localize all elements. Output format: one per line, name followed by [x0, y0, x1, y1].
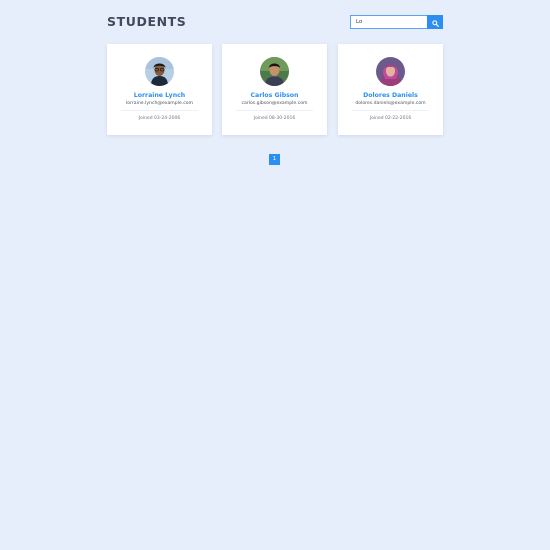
- page-title: STUDENTS: [107, 14, 187, 29]
- student-name[interactable]: Lorraine Lynch: [107, 92, 212, 100]
- student-email: lorraine.lynch@example.com: [125, 101, 194, 106]
- card-divider: [236, 110, 313, 111]
- card-divider: [121, 110, 198, 111]
- avatar[interactable]: [260, 57, 289, 86]
- student-email: carlos.gibson@example.com: [241, 101, 308, 106]
- student-email: dolores.daniels@example.com: [355, 101, 426, 106]
- student-card-list: Lorraine Lynch lorraine.lynch@example.co…: [107, 44, 443, 135]
- search-button[interactable]: [427, 15, 443, 29]
- student-name[interactable]: Carlos Gibson: [222, 92, 327, 100]
- search-bar: [350, 15, 443, 29]
- student-name[interactable]: Dolores Daniels: [338, 92, 443, 100]
- student-card[interactable]: Carlos Gibson carlos.gibson@example.com …: [222, 44, 327, 135]
- avatar[interactable]: [376, 57, 405, 86]
- page-header: STUDENTS: [107, 14, 443, 30]
- card-divider: [352, 110, 429, 111]
- joined-date: Joined 02-22-2016: [369, 116, 412, 121]
- joined-date: Joined 03-24-2006: [138, 116, 181, 121]
- avatar[interactable]: [145, 57, 174, 86]
- search-input[interactable]: [350, 15, 427, 29]
- pagination: 1: [269, 145, 280, 165]
- student-card[interactable]: Lorraine Lynch lorraine.lynch@example.co…: [107, 44, 212, 135]
- student-card[interactable]: Dolores Daniels dolores.daniels@example.…: [338, 44, 443, 135]
- page-button-1[interactable]: 1: [269, 154, 280, 165]
- joined-date: Joined 08-30-2016: [253, 116, 296, 121]
- search-icon: [431, 15, 439, 30]
